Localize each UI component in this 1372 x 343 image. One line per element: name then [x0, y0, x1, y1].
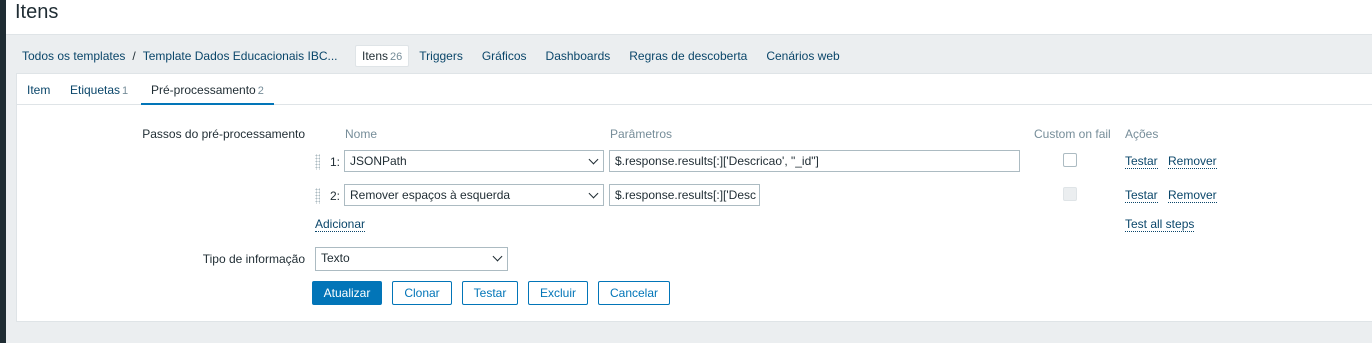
- test-step-link[interactable]: Testar: [1125, 189, 1158, 203]
- breadcrumb: Todos os templates / Template Dados Educ…: [22, 44, 338, 68]
- nav-items[interactable]: Itens 26: [355, 45, 410, 67]
- nav-dashboards[interactable]: Dashboards: [546, 49, 611, 63]
- step-type-select[interactable]: Remover espaços à esquerda: [344, 184, 604, 206]
- remove-step-link[interactable]: Remover: [1168, 189, 1217, 203]
- delete-button[interactable]: Excluir: [528, 281, 588, 305]
- step-type-value: Remover espaços à esquerda: [350, 188, 511, 202]
- nav-triggers[interactable]: Triggers: [419, 49, 463, 63]
- column-params: Parâmetros: [610, 127, 673, 141]
- info-type-value: Texto: [321, 251, 350, 265]
- tab-preprocessing[interactable]: Pré-processamento 2: [141, 83, 274, 105]
- info-type-label: Tipo de informação: [202, 252, 305, 266]
- info-type-select[interactable]: Texto: [315, 247, 508, 271]
- test-button[interactable]: Testar: [462, 281, 518, 305]
- tab-item[interactable]: Item: [27, 83, 50, 97]
- page-title: Itens: [15, 1, 59, 23]
- chevron-down-icon: [588, 154, 599, 165]
- nav-web-scenarios[interactable]: Cenários web: [766, 49, 839, 63]
- sidebar-edge: [0, 0, 6, 343]
- tab-tags[interactable]: Etiquetas 1: [70, 83, 128, 97]
- test-step-link[interactable]: Testar: [1125, 155, 1158, 169]
- cancel-button[interactable]: Cancelar: [598, 281, 670, 305]
- breadcrumb-template[interactable]: Template Dados Educacionais IBC...: [143, 49, 338, 63]
- tab-tags-count: 1: [122, 85, 129, 97]
- form-panel: Item Etiquetas 1 Pré-processamento 2 Passo…: [16, 73, 1372, 322]
- drag-handle-icon[interactable]: [315, 188, 320, 204]
- tab-tags-label: Etiquetas: [70, 83, 121, 97]
- remove-step-link[interactable]: Remover: [1168, 155, 1217, 169]
- nav-items-count: 26: [390, 51, 403, 63]
- step-param-input[interactable]: $.response.results[:]['Desc: [609, 184, 760, 206]
- chevron-down-icon: [588, 188, 599, 199]
- custom-on-fail-checkbox[interactable]: [1063, 153, 1077, 167]
- test-all-steps-link[interactable]: Test all steps: [1125, 218, 1195, 232]
- tab-preprocessing-label: Pré-processamento: [151, 83, 256, 97]
- step-number: 1:: [330, 155, 341, 169]
- column-actions: Ações: [1125, 127, 1159, 141]
- chevron-down-icon: [492, 251, 503, 262]
- drag-handle-icon[interactable]: [315, 154, 320, 170]
- custom-on-fail-checkbox: [1063, 187, 1077, 201]
- page-header: Itens: [6, 0, 1372, 35]
- update-button[interactable]: Atualizar: [312, 281, 382, 305]
- column-custom-on-fail: Custom on fail: [1034, 127, 1111, 141]
- nav-items-label: Itens: [362, 49, 389, 63]
- step-number: 2:: [330, 189, 341, 203]
- breadcrumb-separator: /: [132, 49, 136, 63]
- step-type-select[interactable]: JSONPath: [344, 150, 604, 172]
- nav-discovery-rules[interactable]: Regras de descoberta: [629, 49, 747, 63]
- clone-button[interactable]: Clonar: [392, 281, 452, 305]
- template-nav: Itens 26 Triggers Gráficos Dashboards Reg…: [355, 44, 859, 68]
- step-param-input[interactable]: $.response.results[:]['Descricao', "_id"…: [609, 150, 1020, 172]
- step-type-value: JSONPath: [350, 154, 407, 168]
- breadcrumb-all-templates[interactable]: Todos os templates: [22, 49, 125, 63]
- form-tabs: Item Etiquetas 1 Pré-processamento 2: [17, 74, 1372, 105]
- preprocessing-label: Passos do pré-processamento: [142, 127, 305, 141]
- tab-item-label: Item: [27, 83, 51, 97]
- add-step-link[interactable]: Adicionar: [315, 218, 366, 232]
- tab-preprocessing-count: 2: [257, 85, 264, 97]
- nav-graphs[interactable]: Gráficos: [482, 49, 527, 63]
- column-name: Nome: [345, 127, 378, 141]
